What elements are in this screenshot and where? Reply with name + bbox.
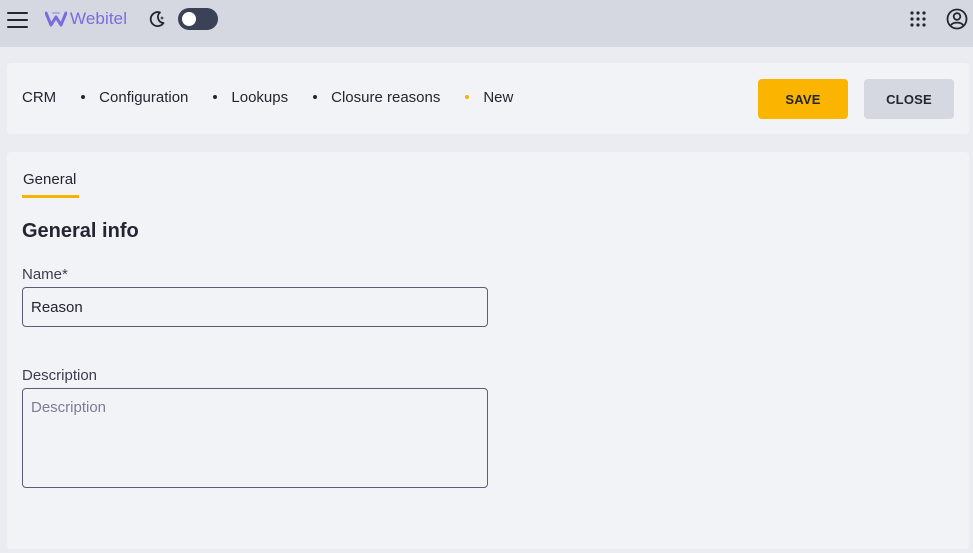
account-icon[interactable]	[946, 8, 968, 30]
active-tab-indicator	[22, 195, 79, 198]
breadcrumb: CRM Configuration Lookups Closure reason…	[22, 89, 513, 106]
logo-text: Webitel	[70, 9, 128, 28]
app-bar: Webitel	[0, 0, 973, 47]
form-card: General General info Name* Description	[7, 152, 969, 549]
description-textarea[interactable]	[22, 388, 488, 488]
breadcrumb-separator	[213, 94, 218, 99]
hamburger-menu-icon[interactable]	[7, 9, 29, 29]
breadcrumb-current: New	[483, 89, 514, 106]
breadcrumb-configuration[interactable]: Configuration	[99, 89, 188, 106]
breadcrumb-separator-active	[465, 94, 470, 99]
name-label: Name*	[22, 266, 68, 283]
breadcrumb-separator	[81, 94, 86, 99]
save-button[interactable]: SAVE	[758, 79, 848, 119]
toggle-knob	[182, 12, 196, 26]
name-input[interactable]	[22, 287, 488, 327]
breadcrumb-closure-reasons[interactable]: Closure reasons	[331, 89, 440, 106]
page-header: CRM Configuration Lookups Closure reason…	[7, 63, 969, 134]
breadcrumb-crm[interactable]: CRM	[22, 89, 56, 106]
breadcrumb-separator	[313, 94, 318, 99]
moon-icon[interactable]	[147, 9, 167, 29]
section-title: General info	[22, 220, 139, 242]
breadcrumb-lookups[interactable]: Lookups	[231, 89, 288, 106]
logo[interactable]: Webitel	[45, 9, 127, 29]
apps-grid-icon[interactable]	[910, 11, 926, 27]
tab-general[interactable]: General	[22, 171, 77, 188]
description-label: Description	[22, 367, 98, 384]
webitel-logo-icon	[45, 11, 67, 27]
theme-toggle[interactable]	[178, 8, 218, 30]
close-button[interactable]: CLOSE	[864, 79, 954, 119]
